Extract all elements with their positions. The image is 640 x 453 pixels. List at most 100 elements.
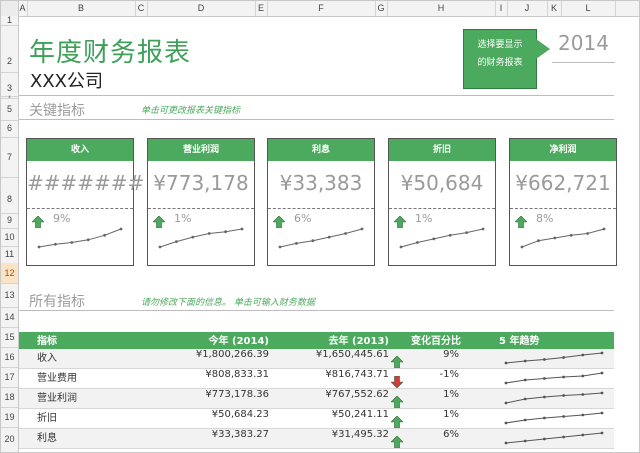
col-header-j[interactable]: J [507,1,548,16]
cell-last-year[interactable]: ¥31,495.32 [279,429,389,440]
year-selector[interactable]: 2014 [552,24,615,63]
company-name[interactable]: XXX公司 [30,67,103,93]
row-header-10[interactable]: 10 [1,228,18,247]
cell-change-pct[interactable]: 9% [419,349,459,360]
cell-this-year[interactable]: ¥50,684.23 [169,409,269,420]
sparkline-point [562,375,565,379]
row-header-13[interactable]: 13 [1,283,18,308]
sparkline-line [521,228,605,248]
column-header-bar: A B C D E F G H I J K L [1,1,639,17]
sparkline-point [295,242,298,245]
sparkline-point [562,415,565,418]
cell-this-year[interactable]: ¥773,178.36 [169,389,269,400]
table-row[interactable]: 营业利润 ¥773,178.36 ¥767,552.62 1% [19,389,614,409]
col-header-f[interactable]: F [267,1,376,16]
cell-metric-name[interactable]: 收入 [37,349,57,364]
key-metrics-hint: 单击可更改报表关键指标 [141,106,241,116]
metric-card-label: 收入 [27,139,133,161]
sparkline-point [543,416,546,420]
col-header-b[interactable]: B [27,1,136,16]
metric-card-pct: 1% [174,212,192,225]
sparkline-chart [278,227,364,249]
sparkline-chart [37,227,123,249]
report-title[interactable]: 年度财务报表 [29,32,191,69]
arrow-shape [390,355,404,369]
sparkline-point [523,418,527,422]
sparkline-point [553,236,557,240]
table-row[interactable]: 收入 ¥1,800,266.39 ¥1,650,445.61 9% [19,349,614,369]
sparkline-point [600,431,604,435]
cell-metric-name[interactable]: 营业费用 [37,369,77,384]
cell-metric-name[interactable]: 折旧 [37,409,57,424]
row-header-9[interactable]: 9 [1,213,18,229]
cell-last-year[interactable]: ¥816,743.71 [279,369,389,380]
th-5yr-trend[interactable]: 5 年趋势 [499,332,539,347]
row-header-14[interactable]: 14 [1,307,18,328]
metric-card[interactable]: 收入 ####### 9% [26,138,144,266]
row-header-5[interactable]: 5 [1,98,18,121]
sparkline-point [543,358,546,361]
key-metrics-title: 关键指标 [29,103,85,119]
table-row[interactable]: 折旧 ¥50,684.23 ¥50,241.11 1% [19,409,614,429]
row-header-bar: 1 2 3 4 5 6 7 8 9 10 11 12 13 14 15 16 1… [1,16,19,452]
cell-this-year[interactable]: ¥1,800,266.39 [169,349,269,360]
row-header-15[interactable]: 15 [1,327,18,348]
cell-metric-name[interactable]: 营业利润 [37,389,77,404]
cell-metric-name[interactable]: 利息 [37,429,57,444]
cell-this-year[interactable]: ¥33,383.27 [169,429,269,440]
row-header-17[interactable]: 17 [1,367,18,388]
cell-this-year[interactable]: ¥808,833.31 [169,369,269,380]
th-change-pct[interactable]: 变化百分比 [411,332,461,347]
row-header-6[interactable]: 6 [1,120,18,138]
col-header-k[interactable]: K [547,1,562,16]
arrow-up-icon [390,435,404,449]
select-all-corner[interactable] [1,1,19,16]
table-row[interactable]: 营业费用 ¥808,833.31 ¥816,743.71 -1% [19,369,614,389]
cell-last-year[interactable]: ¥50,241.11 [279,409,389,420]
cell-change-pct[interactable]: 6% [419,429,459,440]
sparkline-point [504,361,508,365]
metrics-table-header: 指标 今年 (2014) 去年 (2013) 变化百分比 5 年趋势 [19,332,614,349]
arrow-shape [390,415,404,429]
arrow-up-icon [390,355,404,369]
table-row[interactable]: 利息 ¥33,383.27 ¥31,495.32 6% [19,429,614,449]
col-header-l[interactable]: L [561,1,616,16]
row-header-7[interactable]: 7 [1,137,18,178]
metric-card[interactable]: 利息 ¥33,383 6% [267,138,375,266]
sparkline-point [175,240,178,243]
row-header-2[interactable]: 2 [1,25,18,73]
sparkline-point [311,239,315,243]
sparkline-point [70,241,74,244]
row-header-18[interactable]: 18 [1,387,18,408]
th-this-year[interactable]: 今年 (2014) [189,332,269,347]
metric-card-divider [389,208,495,209]
row-header-20[interactable]: 20 [1,427,18,452]
th-last-year[interactable]: 去年 (2013) [289,332,389,347]
row-header-12[interactable]: 12 [1,263,18,284]
row-header-19[interactable]: 19 [1,407,18,428]
cell-change-pct[interactable]: 1% [419,409,459,420]
metric-card[interactable]: 折旧 ¥50,684 1% [388,138,496,266]
select-report-callout[interactable]: 选择要显示 的财务报表 [463,29,537,89]
row-header-11[interactable]: 11 [1,246,18,264]
col-header-d[interactable]: D [147,1,256,16]
cell-last-year[interactable]: ¥1,650,445.61 [279,349,389,360]
cell-last-year[interactable]: ¥767,552.62 [279,389,389,400]
sparkline-point [327,235,331,239]
metric-card-divider [268,208,374,209]
sparkline-line [505,412,603,424]
arrow-up-icon [390,395,404,409]
th-metric[interactable]: 指标 [37,332,57,347]
sparkline-point [586,232,589,235]
sparkline-point [581,374,585,378]
metric-card[interactable]: 净利润 ¥662,721 8% [509,138,617,266]
metric-card[interactable]: 营业利润 ¥773,178 1% [147,138,255,266]
sparkline-point [191,235,195,239]
spreadsheet-window: A B C D E F G H I J K L 1 2 3 4 5 6 7 8 … [0,0,640,453]
row-header-8[interactable]: 8 [1,177,18,214]
col-header-h[interactable]: H [387,1,496,16]
cell-change-pct[interactable]: -1% [419,369,459,380]
cell-change-pct[interactable]: 1% [419,389,459,400]
sparkline-point [523,439,527,443]
row-header-16[interactable]: 16 [1,347,18,368]
